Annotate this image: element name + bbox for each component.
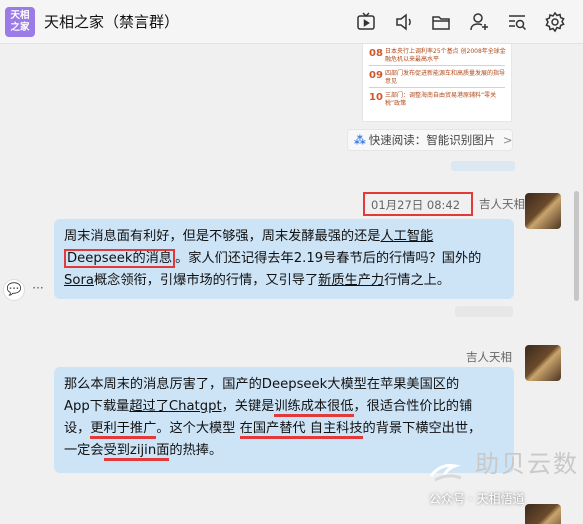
underlined-text: 受到zijin面 [103,443,170,461]
text-span: 。这个大模型 [156,421,240,436]
text-span: 概念领衔，引爆市场的行情，又引导了 [93,273,319,288]
message-line: Deepseek的消息 。家人们还记得去年2.19号春节后的行情吗？国外的 [64,248,506,270]
message-line: 设，更利于推广。这个大模型 在国产替代 自主科技的背景下横空出世， [64,418,506,440]
message-timestamp-highlight: 01月27日 08:42 [363,192,473,216]
watermark-logo-icon [429,464,462,482]
link-text[interactable]: Chatgpt [169,399,222,414]
quick-read-label: 快速阅读：智能识别图片 [368,133,496,147]
thumbnail-item: 08 日本央行上调利率25个基点 创2008年全球金融危机以来最高水平 [363,44,511,66]
text-span: 设， [64,421,91,436]
message-line: Sora概念领衔，引爆市场的行情，又引导了新质生产力行情之上。 [64,270,506,292]
thumbnail-item-number: 08 [369,48,383,59]
thumbnail-item: 10 三部门：调整海南自由贸易港原辅料“零关税”政策 [363,88,511,110]
image-scan-icon: ⁂ [354,133,366,147]
link-text[interactable]: 人工智能 [381,229,434,244]
underlined-text: 训练成本很低 [274,399,354,417]
message-line: 周末消息面有利好，但是不够强，周末发酵最强的还是人工智能 [64,226,506,248]
thumbnail-item-text: 四部门发布促进新能源车和高质量发展的指导意见 [385,70,506,85]
text-span: 的热捧。 [169,443,223,458]
speaker-icon[interactable] [393,11,415,33]
blurred-content [451,161,515,171]
message-line: App下载量超过了Chatgpt，关键是训练成本很低，很适合性价比的铺 [64,396,506,418]
chat-header: 天相 之家 天相之家（禁言群） [0,0,583,44]
chevron-right-icon: > [502,133,513,147]
message-line: 那么本周末的消息厉害了，国产的Deepseek大模型在苹果美国区的 [64,374,506,396]
text-span: 。家人们还记得去年2.19号春节后的行情吗？国外的 [175,251,482,266]
add-member-icon[interactable] [468,11,490,33]
highlighted-text: Deepseek的消息 [64,249,176,268]
watermark: 助贝云数 公众号 · 天相悟道 [427,444,583,524]
link-text[interactable]: 新质生产力 [318,273,384,288]
thumbnail-item: 09 四部门发布促进新能源车和高质量发展的指导意见 [363,66,511,88]
link-text[interactable]: Sora [64,273,94,288]
thumbnail-item-number: 09 [369,70,383,81]
text-span: 行情之上。 [384,273,451,288]
underlined-text: 更利于推广 [90,421,157,439]
blurred-content [455,306,513,317]
text-span: 一定会 [64,443,104,458]
text-span: 的背景下横空出世， [362,421,482,436]
sender-name[interactable]: 吉人天相 [466,349,512,365]
more-options-icon[interactable]: ··· [27,279,49,301]
scrollbar[interactable] [574,191,579,301]
text-span: 那么本周末的消息厉害了，国产的Deepseek大模型在苹果美国区的 [64,377,460,392]
sender-name[interactable]: 吉人天相 [479,196,525,212]
settings-icon[interactable] [544,11,566,33]
group-avatar-line1: 天相 [10,10,30,21]
tv-icon[interactable] [355,11,377,33]
quick-read-button[interactable]: ⁂ 快速阅读：智能识别图片 > [347,129,513,151]
avatar[interactable] [525,193,561,229]
group-title[interactable]: 天相之家（禁言群） [44,11,179,32]
group-avatar-line2: 之家 [10,22,30,33]
text-span: 周末消息面有利好，但是不够强，周末发酵最强的还是 [64,229,381,244]
underlined-text: 在国产替代 自主科技 [239,421,363,439]
news-image-thumbnail[interactable]: 08 日本央行上调利率25个基点 创2008年全球金融危机以来最高水平 09 四… [362,44,512,122]
text-span: ，关键是 [221,399,275,414]
message-bubble[interactable]: 周末消息面有利好，但是不够强，周末发酵最强的还是人工智能 Deepseek的消息… [54,219,514,299]
text-span: App下载量 [64,399,130,414]
comment-icon[interactable]: 💬 [3,279,25,301]
message-timestamp: 01月27日 08:42 [371,198,461,212]
text-span: ，很适合性价比的铺 [353,399,473,414]
thumbnail-item-text: 三部门：调整海南自由贸易港原辅料“零关税”政策 [385,92,497,107]
search-list-icon[interactable] [506,11,528,33]
folder-icon[interactable] [430,11,452,33]
link-text[interactable]: 超过了 [129,399,169,414]
thumbnail-item-number: 10 [369,92,383,103]
thumbnail-item-text: 日本央行上调利率25个基点 创2008年全球金融危机以来最高水平 [385,48,506,63]
avatar[interactable] [525,345,561,381]
watermark-subtext: 公众号 · 天相悟道 [429,492,525,506]
watermark-text: 助贝云数 [475,450,579,478]
group-avatar[interactable]: 天相 之家 [5,7,35,37]
